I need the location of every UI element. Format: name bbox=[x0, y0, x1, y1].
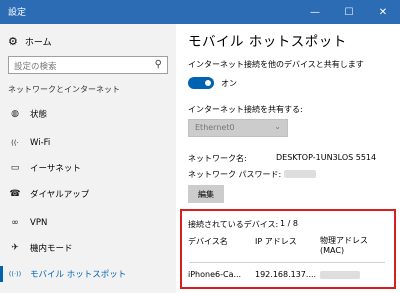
search-icon: ⚲ bbox=[154, 59, 162, 70]
hotspot-icon: ((·)) bbox=[8, 270, 22, 278]
section-title: ネットワークとインターネット bbox=[8, 85, 120, 94]
window-title: 設定 bbox=[8, 8, 27, 18]
close-button[interactable]: ✕ bbox=[366, 0, 400, 24]
sidebar-item-label: モバイル ホットスポット bbox=[30, 270, 127, 280]
search-placeholder: 設定の検索 bbox=[14, 62, 57, 72]
sidebar-item-wifi[interactable]: ((· Wi-Fi bbox=[0, 132, 176, 154]
password-redacted bbox=[284, 170, 316, 178]
sidebar-item-label: イーサネット bbox=[30, 164, 81, 174]
share-label: インターネット接続を他のデバイスと共有します bbox=[188, 60, 364, 69]
toggle-knob bbox=[205, 80, 211, 86]
vpn-icon: ∞ bbox=[11, 218, 19, 228]
share-from-select[interactable]: Ethernet0 ⌄ bbox=[188, 119, 288, 137]
airplane-icon: ✈ bbox=[11, 243, 19, 253]
home-link[interactable]: ⚙ ホーム bbox=[8, 32, 52, 50]
sidebar-item-airplane[interactable]: ✈ 機内モード bbox=[0, 237, 176, 259]
sidebar-item-label: ダイヤルアップ bbox=[30, 190, 90, 200]
ethernet-icon: ▭ bbox=[10, 163, 20, 173]
sidebar-item-label: VPN bbox=[30, 218, 48, 228]
network-name-label: ネットワーク名: bbox=[188, 154, 247, 163]
home-label: ホーム bbox=[24, 37, 52, 48]
network-name-value: DESKTOP-1UN3LOS 5514 bbox=[276, 153, 377, 162]
highlight-box bbox=[180, 209, 396, 289]
maximize-button[interactable]: ☐ bbox=[332, 0, 366, 24]
sidebar: ⚙ ホーム 設定の検索 ⚲ ネットワークとインターネット ◍ 状態 ((· Wi… bbox=[0, 24, 176, 293]
password-label: ネットワーク パスワード: bbox=[188, 170, 282, 179]
toggle-state: オン bbox=[221, 79, 237, 88]
sidebar-item-label: Wi-Fi bbox=[30, 138, 51, 148]
sidebar-item-hotspot[interactable]: ((·)) モバイル ホットスポット bbox=[0, 263, 176, 285]
sidebar-item-label: 機内モード bbox=[30, 244, 73, 254]
wifi-icon: ((· bbox=[11, 139, 19, 147]
minimize-button[interactable]: — bbox=[298, 0, 332, 24]
active-indicator bbox=[0, 266, 3, 282]
sidebar-item-dialup[interactable]: ☎ ダイヤルアップ bbox=[0, 183, 176, 205]
sidebar-item-vpn[interactable]: ∞ VPN bbox=[0, 212, 176, 234]
sidebar-item-label: 状態 bbox=[30, 110, 48, 120]
gear-icon: ⚙ bbox=[8, 34, 18, 48]
share-from-label: インターネット接続を共有する: bbox=[188, 105, 303, 114]
edit-button[interactable]: 編集 bbox=[188, 185, 224, 203]
globe-icon: ◍ bbox=[11, 109, 19, 119]
sidebar-item-status[interactable]: ◍ 状態 bbox=[0, 103, 176, 125]
dialup-icon: ☎ bbox=[9, 189, 21, 199]
share-from-value: Ethernet0 bbox=[195, 123, 235, 132]
search-input[interactable]: 設定の検索 ⚲ bbox=[8, 56, 168, 74]
chevron-down-icon: ⌄ bbox=[274, 122, 281, 131]
sidebar-item-ethernet[interactable]: ▭ イーサネット bbox=[0, 157, 176, 179]
page-title: モバイル ホットスポット bbox=[188, 34, 347, 50]
share-toggle[interactable] bbox=[188, 77, 214, 89]
title-bar: 設定 — ☐ ✕ bbox=[0, 0, 400, 24]
